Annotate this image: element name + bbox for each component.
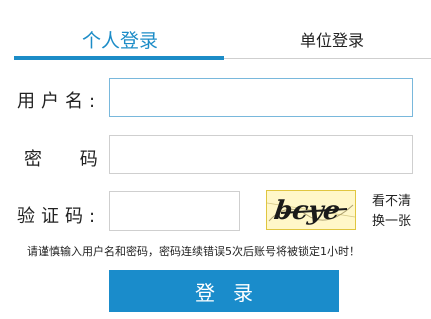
tab-personal-login[interactable]: 个人登录 (50, 26, 190, 52)
captcha-graphic: bcye (267, 191, 355, 229)
login-tabs: 个人登录 单位登录 (0, 0, 431, 62)
captcha-input[interactable] (109, 191, 240, 231)
captcha-image[interactable]: bcye (266, 190, 356, 230)
login-notice: 请谨慎输入用户名和密码，密码连续错误5次后账号将被锁定1小时！ (27, 245, 360, 258)
login-panel: 个人登录 单位登录 用户名: 密 码: 验证码: bcye 看不清换一张 请谨慎… (0, 0, 431, 319)
password-input[interactable] (109, 135, 413, 174)
refresh-captcha-link[interactable]: 看不清换一张 (372, 192, 416, 232)
login-button[interactable]: 登录 (109, 270, 339, 312)
captcha-label: 验证码: (17, 206, 102, 227)
active-tab-indicator (14, 56, 224, 60)
username-label: 用户名: (17, 91, 102, 112)
username-input[interactable] (109, 78, 413, 117)
tab-unit-login[interactable]: 单位登录 (262, 26, 402, 52)
